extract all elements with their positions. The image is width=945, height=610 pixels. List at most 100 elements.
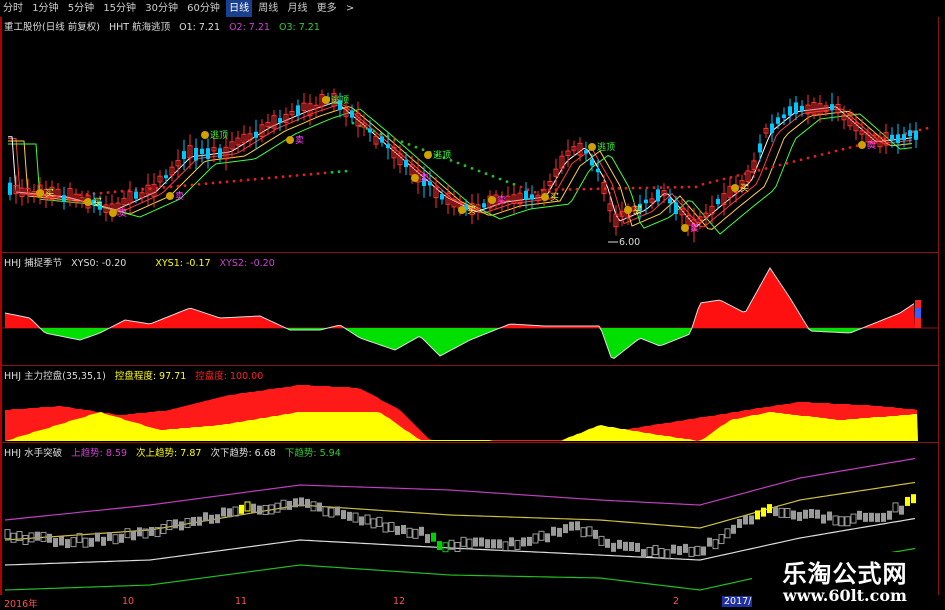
candle-body — [350, 110, 354, 118]
trend-dot — [323, 171, 327, 175]
pane4-header: HHJ 水手突破 上趋势: 8.59 次上趋势: 7.87 次下趋势: 6.68… — [4, 445, 347, 459]
sailor-block — [743, 515, 748, 525]
trend-dot — [120, 189, 124, 193]
sailor-block — [454, 541, 461, 552]
trend-dot — [372, 129, 376, 133]
sailor-block — [623, 541, 628, 551]
trend-dot — [267, 176, 271, 180]
pane4-down: 下趋势: 5.94 — [284, 448, 341, 459]
x-tick: 11 — [235, 596, 248, 607]
sailor-block — [473, 537, 478, 547]
candle-body — [182, 151, 186, 159]
sailor-block — [22, 535, 29, 546]
sailor-block — [95, 532, 100, 542]
candle-body — [770, 123, 774, 133]
sailor-block — [347, 511, 352, 521]
sailor-block — [244, 501, 251, 512]
signal-marker — [488, 196, 496, 204]
trend-dot — [274, 176, 278, 179]
sailor-block — [485, 539, 490, 549]
pane2-name: HHJ 捕捉季节 — [4, 258, 63, 269]
watermark-name: 乐淘公式网 — [782, 560, 908, 588]
trend-dot — [225, 180, 229, 184]
sailor-block — [605, 538, 610, 548]
sailor-block — [731, 524, 736, 534]
sailor-block — [401, 525, 406, 535]
sailor-block — [737, 518, 742, 528]
candle-body — [380, 136, 384, 143]
sailor-block — [406, 527, 413, 538]
sailor-block — [707, 537, 712, 547]
pane2-header: HHJ 捕捉季节 XYS0: -0.20 XYS1: -0.17 XYS2: -… — [4, 255, 281, 269]
trend-dot — [211, 181, 215, 185]
sailor-block — [10, 532, 17, 543]
candle-body — [296, 105, 300, 116]
trend-dot — [624, 186, 628, 190]
trend-dot — [925, 126, 929, 130]
sailor-block — [232, 506, 239, 517]
sailor-block — [749, 515, 754, 525]
sailor-block — [173, 519, 178, 529]
sailor-block — [652, 545, 659, 556]
sailor-block — [569, 521, 574, 531]
sailor-block — [47, 533, 52, 543]
sailor-block — [160, 524, 167, 535]
trend-dot — [253, 177, 257, 181]
sailor-block — [112, 534, 119, 545]
sailor-block — [905, 496, 910, 506]
sailor-block — [70, 537, 77, 548]
x-tick: 10 — [122, 596, 135, 607]
season-red-area — [5, 268, 915, 328]
sailor-block — [491, 539, 496, 549]
trend-dot — [757, 168, 761, 172]
trend-dot — [309, 172, 313, 176]
pane2-xys0: XYS0: -0.20 — [71, 258, 127, 269]
trend-dot — [204, 182, 208, 186]
trend-dot — [750, 170, 754, 174]
sailor-block — [370, 518, 377, 529]
trend-dot — [820, 153, 824, 156]
signal-label: 逃顶 — [331, 94, 349, 106]
candle-body — [254, 131, 258, 138]
sailor-block — [466, 538, 473, 549]
sailor-block — [341, 510, 346, 520]
trend-dot — [288, 174, 292, 178]
signal-marker — [858, 141, 866, 149]
sailor-block — [767, 504, 772, 514]
sailor-block — [821, 514, 826, 524]
trend-dot — [99, 191, 103, 195]
signal-label: 卖 — [175, 191, 184, 202]
sailor-block — [538, 530, 545, 541]
trend-dot — [848, 146, 852, 149]
sailor-block — [274, 502, 281, 513]
sailor-block — [131, 531, 136, 541]
sailor-block — [671, 544, 676, 554]
candle-body — [656, 189, 660, 202]
candle-body — [206, 148, 210, 159]
sailor-block — [827, 511, 832, 521]
signal-marker — [458, 206, 466, 214]
candle-body — [800, 105, 804, 111]
trend-dot — [113, 190, 117, 194]
sailor-block — [857, 510, 862, 520]
candle-body — [716, 198, 720, 205]
trend-dot — [701, 182, 705, 186]
low-marker-label: 6.00 — [619, 237, 640, 248]
chart-canvas[interactable]: 买买卖卖逃顶 卖逃顶卖逃顶买卖 买逃顶买卖买卖6.00 — [0, 0, 945, 609]
candle-body — [218, 148, 222, 159]
sailor-block — [137, 527, 142, 537]
sailor-block — [658, 548, 665, 559]
trend-dot — [631, 186, 635, 190]
candle-body — [782, 114, 786, 119]
sailor-block — [65, 539, 70, 549]
trend-dot — [561, 188, 565, 191]
sailor-block — [838, 516, 845, 527]
sailor-block — [305, 498, 310, 508]
sailor-block — [239, 504, 244, 514]
sailor-block — [724, 528, 731, 539]
trend-dot — [260, 177, 264, 181]
trend-dot — [554, 188, 558, 192]
sailor-block — [203, 512, 208, 522]
sailor-block — [551, 526, 556, 536]
trend-dot — [722, 177, 726, 181]
